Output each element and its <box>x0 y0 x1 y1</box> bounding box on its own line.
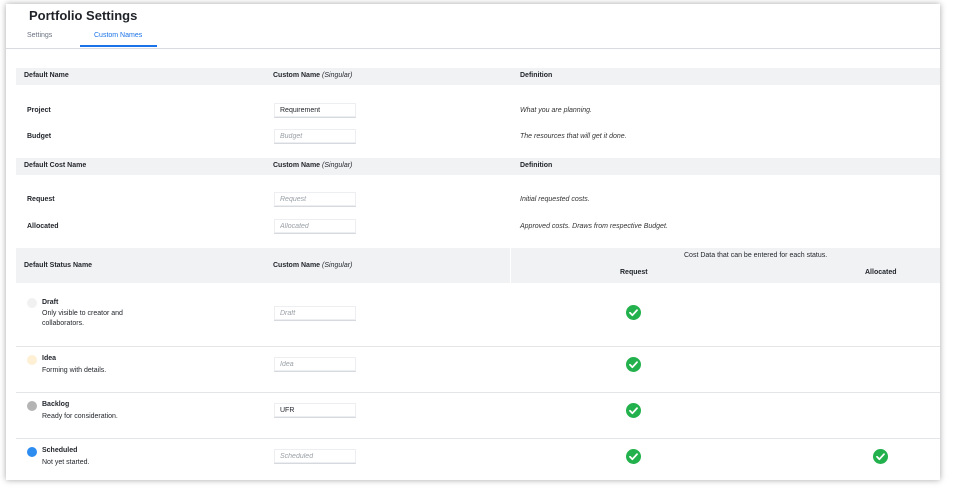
custom-name-backlog-input[interactable] <box>274 403 356 418</box>
active-tab-indicator <box>80 45 157 47</box>
cost-data-caption: Cost Data that can be entered for each s… <box>684 252 828 259</box>
header-definition: Definition <box>520 162 553 169</box>
definition-budget: The resources that will get it done. <box>520 133 627 140</box>
status-desc-backlog: Ready for consideration. <box>42 413 118 420</box>
status-name-header: Default Status Name Custom Name (Singula… <box>16 248 940 283</box>
custom-name-budget-input[interactable] <box>274 129 356 144</box>
cost-name-header: Default Cost Name Custom Name (Singular)… <box>16 158 940 175</box>
check-circle-icon <box>873 449 888 464</box>
status-desc-draft: Only visible to creator and collaborator… <box>42 310 123 327</box>
header-custom-name: Custom Name (Singular) <box>273 162 353 169</box>
check-circle-icon <box>626 305 641 320</box>
status-desc-idea: Forming with details. <box>42 367 107 374</box>
custom-name-request-input[interactable] <box>274 192 356 207</box>
status-color-dot-scheduled <box>27 447 37 457</box>
row-divider <box>16 346 940 347</box>
status-name-backlog: Backlog <box>42 401 70 408</box>
status-desc-scheduled: Not yet started. <box>42 459 90 466</box>
status-name-idea: Idea <box>42 355 57 362</box>
header-custom-name: Custom Name (Singular) <box>273 72 353 79</box>
status-name-scheduled: Scheduled <box>42 447 78 454</box>
tab-custom-names[interactable]: Custom Names <box>94 32 142 39</box>
header-default-cost-name: Default Cost Name <box>24 162 87 169</box>
definition-allocated: Approved costs. Draws from respective Bu… <box>520 223 668 230</box>
check-circle-icon <box>626 403 641 418</box>
tab-bar: Settings Custom Names <box>6 30 940 49</box>
default-name-project: Project <box>27 107 51 114</box>
header-default-status-name: Default Status Name <box>24 262 93 269</box>
header-definition: Definition <box>520 72 553 79</box>
row-divider <box>16 438 940 439</box>
cost-name-request: Request <box>27 196 55 203</box>
row-divider <box>16 392 940 393</box>
custom-name-project-input[interactable] <box>274 103 356 118</box>
check-circle-icon <box>626 357 641 372</box>
status-color-dot-draft <box>27 298 37 308</box>
tab-settings[interactable]: Settings <box>27 32 52 39</box>
custom-name-idea-input[interactable] <box>274 357 356 372</box>
header-allocated: Allocated <box>865 269 897 276</box>
header-custom-name: Custom Name (Singular) <box>273 262 353 269</box>
status-color-dot-backlog <box>27 401 37 411</box>
status-name-draft: Draft <box>42 299 59 306</box>
header-divider <box>510 248 511 283</box>
page-title: Portfolio Settings <box>29 8 138 23</box>
definition-request: Initial requested costs. <box>520 196 590 203</box>
settings-window: Portfolio Settings Settings Custom Names… <box>6 4 940 480</box>
default-name-header: Default Name Custom Name (Singular) Defi… <box>16 68 940 85</box>
header-request: Request <box>620 269 648 276</box>
custom-name-scheduled-input[interactable] <box>274 449 356 464</box>
custom-name-allocated-input[interactable] <box>274 219 356 234</box>
cost-name-allocated: Allocated <box>27 223 59 230</box>
status-color-dot-idea <box>27 355 37 365</box>
header-default-name: Default Name <box>24 72 69 79</box>
definition-project: What you are planning. <box>520 107 592 114</box>
check-circle-icon <box>626 449 641 464</box>
custom-name-draft-input[interactable] <box>274 306 356 321</box>
default-name-budget: Budget <box>27 133 52 140</box>
